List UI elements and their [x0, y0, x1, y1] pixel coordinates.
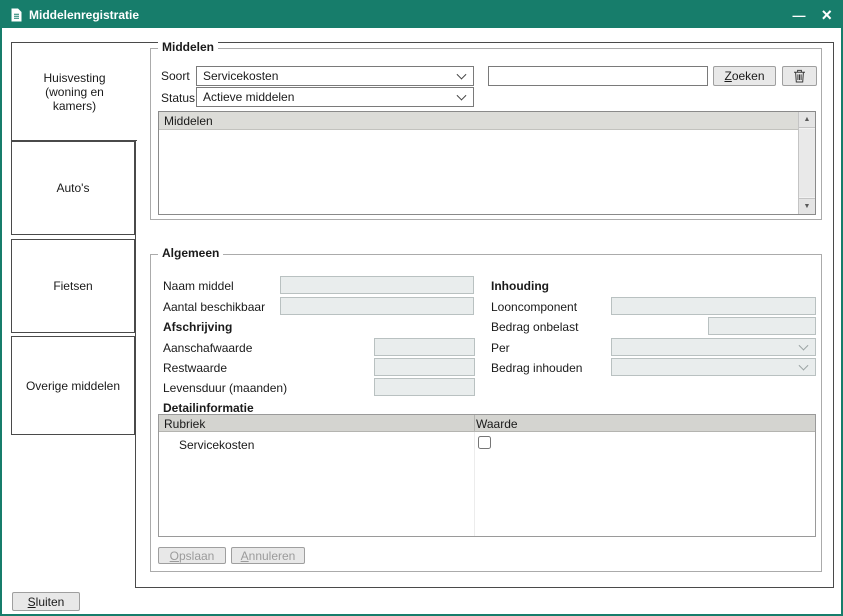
header-rubriek: Rubriek	[164, 417, 205, 431]
algemeen-legend: Algemeen	[158, 246, 223, 260]
titlebar: Middelenregistratie — ×	[2, 2, 841, 28]
algemeen-groupbox: Algemeen Naam middel Inhouding Aantal be…	[150, 254, 822, 572]
close-button[interactable]: ×	[821, 6, 832, 24]
bedrag-onbelast-label: Bedrag onbelast	[491, 320, 578, 334]
detail-table: Rubriek Waarde Servicekosten	[158, 414, 816, 537]
tab-label: Fietsen	[53, 279, 92, 293]
looncomponent-input	[611, 297, 816, 315]
detail-table-header: Rubriek Waarde	[159, 415, 815, 432]
levensduur-input	[374, 378, 475, 396]
opslaan-button: Opslaan	[158, 547, 226, 564]
aantal-beschikbaar-label: Aantal beschikbaar	[163, 300, 265, 314]
looncomponent-label: Looncomponent	[491, 300, 577, 314]
chevron-down-icon	[457, 70, 467, 80]
status-label: Status	[161, 91, 195, 105]
tab-autos[interactable]: Auto's	[11, 141, 135, 235]
bedrag-onbelast-input	[708, 317, 816, 335]
middelen-list[interactable]: Middelen ▲ ▼	[158, 111, 816, 215]
tab-huisvesting[interactable]: Huisvesting (woning en kamers)	[11, 42, 137, 141]
chevron-down-icon	[799, 361, 809, 371]
annuleren-button: Annuleren	[231, 547, 305, 564]
list-header: Middelen	[159, 112, 798, 130]
scroll-thumb[interactable]	[799, 129, 815, 197]
column-divider	[474, 432, 475, 536]
column-divider	[474, 415, 475, 432]
trash-icon	[793, 69, 806, 83]
chevron-down-icon	[457, 91, 467, 101]
tab-label: Overige middelen	[26, 379, 120, 393]
bedrag-inhouden-label: Bedrag inhouden	[491, 361, 582, 375]
tab-label: Auto's	[57, 181, 90, 195]
naam-middel-input	[280, 276, 474, 294]
status-value: Actieve middelen	[203, 90, 294, 104]
header-waarde: Waarde	[476, 417, 518, 431]
scroll-up-button[interactable]: ▲	[799, 112, 815, 128]
middelen-groupbox: Middelen Soort Servicekosten Zoeken Stat…	[150, 48, 822, 220]
minimize-button[interactable]: —	[792, 9, 805, 22]
middelen-legend: Middelen	[158, 40, 218, 54]
scroll-down-button[interactable]: ▼	[799, 198, 815, 214]
restwaarde-label: Restwaarde	[163, 361, 227, 375]
aanschafwaarde-label: Aanschafwaarde	[163, 341, 252, 355]
document-icon	[11, 8, 22, 22]
levensduur-label: Levensduur (maanden)	[163, 381, 287, 395]
aanschafwaarde-input	[374, 338, 475, 356]
inhouding-header: Inhouding	[491, 279, 549, 293]
naam-middel-label: Naam middel	[163, 279, 234, 293]
per-label: Per	[491, 341, 510, 355]
detailinformatie-header: Detailinformatie	[163, 401, 254, 415]
window-title: Middelenregistratie	[29, 8, 139, 22]
search-input[interactable]	[488, 66, 708, 86]
status-select[interactable]: Actieve middelen	[196, 87, 474, 107]
zoeken-button[interactable]: Zoeken	[713, 66, 776, 86]
afschrijving-header: Afschrijving	[163, 320, 232, 334]
chevron-down-icon	[799, 341, 809, 351]
waarde-checkbox[interactable]	[478, 436, 491, 449]
sluiten-button[interactable]: Sluiten	[12, 592, 80, 611]
restwaarde-input	[374, 358, 475, 376]
rubriek-cell: Servicekosten	[179, 438, 254, 452]
delete-button[interactable]	[782, 66, 817, 86]
soort-select[interactable]: Servicekosten	[196, 66, 474, 86]
list-header-label: Middelen	[164, 114, 213, 128]
per-select	[611, 338, 816, 356]
aantal-beschikbaar-input	[280, 297, 474, 315]
soort-label: Soort	[161, 69, 190, 83]
soort-value: Servicekosten	[203, 69, 278, 83]
tab-fietsen[interactable]: Fietsen	[11, 239, 135, 333]
tab-overige-middelen[interactable]: Overige middelen	[11, 336, 135, 435]
middelenregistratie-window: Middelenregistratie — × Huisvesting (won…	[0, 0, 843, 616]
tab-label: Huisvesting (woning en kamers)	[22, 71, 127, 113]
list-scrollbar[interactable]: ▲ ▼	[798, 112, 815, 214]
bedrag-inhouden-select	[611, 358, 816, 376]
